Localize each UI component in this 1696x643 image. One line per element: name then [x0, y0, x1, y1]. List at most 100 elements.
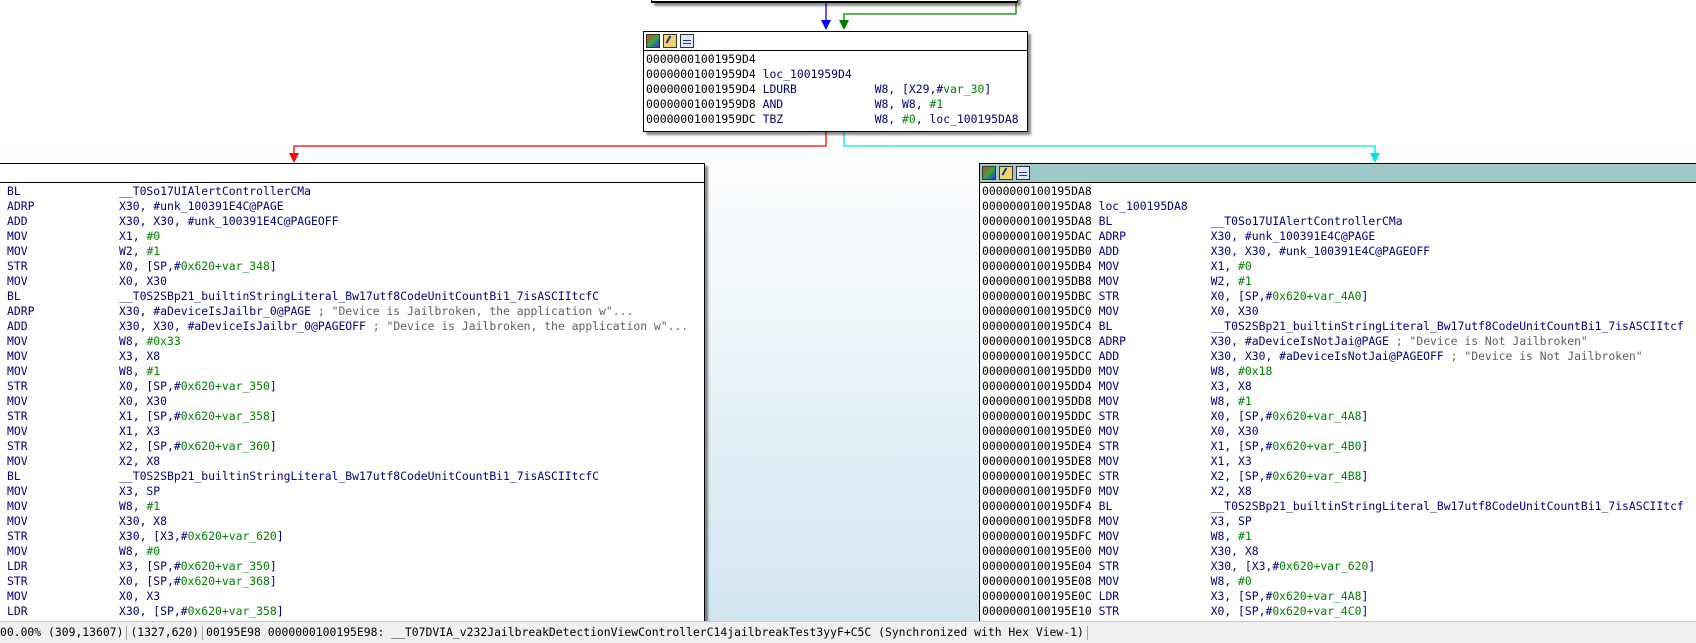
asm-line[interactable]: BL __T0S2SBp21_builtinStringLiteral_Bw17u… — [7, 289, 704, 304]
asm-line[interactable]: ADD X30, X30, #aDeviceIsJailbr_0@PAGEOFF … — [7, 319, 704, 334]
asm-line[interactable]: 0000000100195DBC STR X0, [SP,#0x620+var_4… — [982, 289, 1696, 304]
graph-overview-icon[interactable] — [982, 166, 996, 180]
edge-true-cyan — [843, 132, 1376, 158]
asm-line[interactable]: BL __T0S2SBp21_builtinStringLiteral_Bw17u… — [7, 469, 704, 484]
asm-line[interactable]: STR X0, [SP,#0x620+var_350] — [7, 379, 704, 394]
mnemonic: STR — [1098, 559, 1120, 573]
asm-line[interactable]: MOV X0, X3 — [7, 589, 704, 604]
asm-line[interactable]: MOV X30, X8 — [7, 514, 704, 529]
block-header — [644, 32, 1027, 51]
asm-line[interactable]: 0000000100195DD4 MOV X3, X8 — [982, 379, 1696, 394]
asm-line[interactable]: 0000000100195DA8 loc_100195DA8 — [982, 199, 1696, 214]
operands: W8, — [1210, 529, 1239, 543]
asm-line[interactable]: 0000000100195DC4 BL __T0S2SBp21_builtinSt… — [982, 319, 1696, 334]
asm-line[interactable]: MOV X1, X3 — [7, 424, 704, 439]
immediate: #1 — [146, 244, 161, 258]
asm-line[interactable]: MOV X2, X8 — [7, 454, 704, 469]
asm-line[interactable]: 0000000100195DD8 MOV W8, #1 — [982, 394, 1696, 409]
asm-line[interactable]: STR X0, [SP,#0x620+var_368] — [7, 574, 704, 589]
code-block-jailbroken[interactable]: BL __T0So17UIAlertControllerCMa ADRP X30, #… — [0, 163, 705, 635]
asm-line[interactable]: ADRP X30, #unk_100391E4C@PAGE — [7, 199, 704, 214]
asm-line[interactable]: 0000000100195DE8 MOV X1, X3 — [982, 454, 1696, 469]
xrefs-graph-icon[interactable] — [1016, 166, 1030, 180]
immediate: 0x620+var_4A0 — [1272, 289, 1362, 303]
mnemonic: MOV — [1098, 274, 1120, 288]
operands: X30, X30, #unk_100391E4C@PAGEOFF — [119, 214, 339, 228]
line-address: 00000001001959D4 — [646, 52, 756, 66]
asm-line[interactable]: 0000000100195DB0 ADD X30, X30, #unk_10039… — [982, 244, 1696, 259]
asm-line[interactable]: MOV W8, #0 — [7, 544, 704, 559]
mnemonic: STR — [7, 409, 28, 423]
asm-line[interactable]: 00000001001959D4 LDURB W8, [X29,#var_30] — [646, 82, 1027, 97]
asm-line[interactable]: STR X1, [SP,#0x620+var_358] — [7, 409, 704, 424]
operand-tail: ] — [276, 604, 284, 618]
asm-line[interactable]: MOV W8, #1 — [7, 364, 704, 379]
asm-line[interactable]: 00000001001959D4 loc_1001959D4 — [646, 67, 1027, 82]
asm-line[interactable]: 0000000100195E0C LDR X3, [SP,#0x620+var_4… — [982, 589, 1696, 604]
asm-line[interactable]: 00000001001959DC TBZ W8, #0, loc_100195DA… — [646, 112, 1027, 127]
edit-function-icon[interactable] — [663, 34, 677, 48]
asm-line[interactable]: 0000000100195DCC ADD X30, X30, #aDeviceIs… — [982, 349, 1696, 364]
block-header — [0, 164, 704, 183]
operand-tail: ] — [1361, 469, 1369, 483]
asm-line[interactable]: 0000000100195E08 MOV W8, #0 — [982, 574, 1696, 589]
asm-line[interactable]: STR X2, [SP,#0x620+var_360] — [7, 439, 704, 454]
mnemonic: ADRP — [7, 304, 35, 318]
asm-line[interactable]: 0000000100195DB4 MOV X1, #0 — [982, 259, 1696, 274]
asm-line[interactable]: MOV X3, X8 — [7, 349, 704, 364]
code-block-previous[interactable] — [651, 0, 1018, 3]
immediate: #0 — [1238, 574, 1252, 588]
code-block-loc_1001959D4[interactable]: 00000001001959D4 00000001001959D4 loc_10… — [643, 31, 1028, 132]
xrefs-graph-icon[interactable] — [680, 34, 694, 48]
asm-line[interactable]: 0000000100195DEC STR X2, [SP,#0x620+var_4… — [982, 469, 1696, 484]
immediate: #0 — [902, 112, 916, 126]
asm-line[interactable]: LDR X3, [SP,#0x620+var_350] — [7, 559, 704, 574]
asm-line[interactable]: 0000000100195E00 MOV X30, X8 — [982, 544, 1696, 559]
asm-line[interactable]: 0000000100195DA8 — [982, 184, 1696, 199]
operands: X3, [SP,# — [1210, 589, 1273, 603]
asm-line[interactable]: 0000000100195DF0 MOV X2, X8 — [982, 484, 1696, 499]
operands: X30, X30, #aDeviceIsNotJai@PAGEOFF — [1210, 349, 1451, 363]
asm-line[interactable]: MOV W2, #1 — [7, 244, 704, 259]
asm-line[interactable]: LDR X30, [SP,#0x620+var_358] — [7, 604, 704, 619]
mnemonic: LDR — [7, 604, 28, 618]
asm-line[interactable]: MOV W8, #0x33 — [7, 334, 704, 349]
operands: X0, X30 — [119, 274, 168, 288]
edit-function-icon[interactable] — [999, 166, 1013, 180]
asm-line[interactable]: ADRP X30, #aDeviceIsJailbr_0@PAGE ; "Devi… — [7, 304, 704, 319]
asm-line[interactable]: MOV X3, SP — [7, 484, 704, 499]
asm-line[interactable]: STR X0, [SP,#0x620+var_348] — [7, 259, 704, 274]
asm-line[interactable]: 0000000100195DB8 MOV W2, #1 — [982, 274, 1696, 289]
immediate: 0x620+var_620 — [187, 529, 277, 543]
asm-line[interactable]: STR X30, [X3,#0x620+var_620] — [7, 529, 704, 544]
operands: X2, [SP,# — [1210, 469, 1273, 483]
asm-line[interactable]: 0000000100195DD0 MOV W8, #0x18 — [982, 364, 1696, 379]
asm-line[interactable]: 0000000100195DE0 MOV X0, X30 — [982, 424, 1696, 439]
asm-line[interactable]: 0000000100195DA8 BL __T0So17UIAlertContro… — [982, 214, 1696, 229]
line-address: 0000000100195DE8 — [982, 454, 1092, 468]
asm-line[interactable]: BL __T0So17UIAlertControllerCMa — [7, 184, 704, 199]
asm-line[interactable]: 0000000100195DFC MOV W8, #1 — [982, 529, 1696, 544]
graph-view[interactable]: 00000001001959D4 00000001001959D4 loc_10… — [0, 0, 1696, 635]
asm-line[interactable]: 0000000100195DDC STR X0, [SP,#0x620+var_4… — [982, 409, 1696, 424]
code-block-loc_100195DA8[interactable]: 0000000100195DA8 0000000100195DA8 loc_10… — [979, 163, 1696, 635]
asm-line[interactable]: 0000000100195E04 STR X30, [X3,#0x620+var_… — [982, 559, 1696, 574]
asm-line[interactable]: 0000000100195DC8 ADRP X30, #aDeviceIsNotJ… — [982, 334, 1696, 349]
asm-line[interactable]: MOV W8, #1 — [7, 499, 704, 514]
asm-line[interactable]: MOV X0, X30 — [7, 394, 704, 409]
asm-line[interactable]: 0000000100195DAC ADRP X30, #unk_100391E4C… — [982, 229, 1696, 244]
asm-line[interactable]: 0000000100195DC0 MOV X0, X30 — [982, 304, 1696, 319]
graph-overview-icon[interactable] — [646, 34, 660, 48]
line-address: 0000000100195DD8 — [982, 394, 1092, 408]
mnemonic: MOV — [1098, 259, 1120, 273]
asm-line[interactable]: ADD X30, X30, #unk_100391E4C@PAGEOFF — [7, 214, 704, 229]
asm-line[interactable]: 00000001001959D8 AND W8, W8, #1 — [646, 97, 1027, 112]
asm-line[interactable]: 00000001001959D4 — [646, 52, 1027, 67]
immediate: #0 — [1238, 259, 1252, 273]
asm-line[interactable]: MOV X0, X30 — [7, 274, 704, 289]
asm-line[interactable]: 0000000100195DF4 BL __T0S2SBp21_builtinSt… — [982, 499, 1696, 514]
asm-line[interactable]: MOV X1, #0 — [7, 229, 704, 244]
asm-line[interactable]: 0000000100195DE4 STR X1, [SP,#0x620+var_4… — [982, 439, 1696, 454]
asm-line[interactable]: 0000000100195DF8 MOV X3, SP — [982, 514, 1696, 529]
asm-line[interactable]: 0000000100195E10 STR X0, [SP,#0x620+var_4… — [982, 604, 1696, 619]
